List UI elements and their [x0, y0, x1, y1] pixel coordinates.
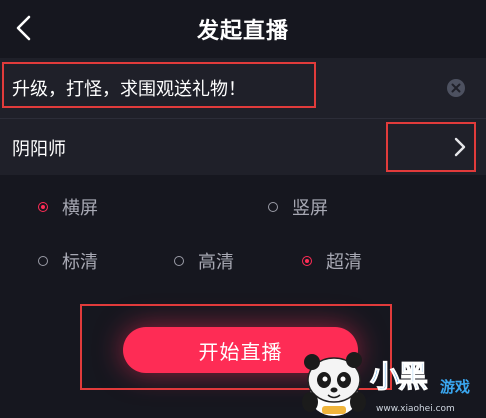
- app-header: 发起直播: [0, 0, 486, 58]
- orientation-option-landscape[interactable]: 横屏: [38, 192, 98, 222]
- option-label: 超清: [326, 252, 362, 273]
- site-watermark: 小黑 游戏 www.xiaohei.com: [296, 350, 486, 418]
- radio-checked-icon: [38, 202, 48, 212]
- page-title: 发起直播: [196, 19, 289, 44]
- radio-checked-icon: [302, 256, 312, 266]
- radio-unchecked-icon: [38, 256, 48, 266]
- panda-mascot-icon: [302, 352, 366, 416]
- radio-unchecked-icon: [268, 202, 278, 212]
- watermark-game: 游戏: [440, 378, 471, 396]
- quality-option-uhd[interactable]: 超清: [302, 246, 362, 276]
- arrow-highlight-box: [386, 122, 476, 172]
- clear-title-button[interactable]: [446, 78, 466, 98]
- option-label: 高清: [198, 252, 234, 273]
- title-highlight-box: [2, 62, 316, 108]
- orientation-option-portrait[interactable]: 竖屏: [268, 192, 328, 222]
- option-label: 横屏: [62, 198, 98, 219]
- radio-unchecked-icon: [174, 256, 184, 266]
- option-label: 标清: [62, 252, 98, 273]
- watermark-brand: 小黑: [370, 360, 429, 396]
- quality-option-sd[interactable]: 标清: [38, 246, 98, 276]
- quality-option-hd[interactable]: 高清: [174, 246, 234, 276]
- clear-circle-icon: [447, 79, 465, 97]
- option-label: 竖屏: [292, 198, 328, 219]
- category-value: 阴阳师: [12, 139, 66, 160]
- watermark-url: www.xiaohei.com: [376, 404, 455, 414]
